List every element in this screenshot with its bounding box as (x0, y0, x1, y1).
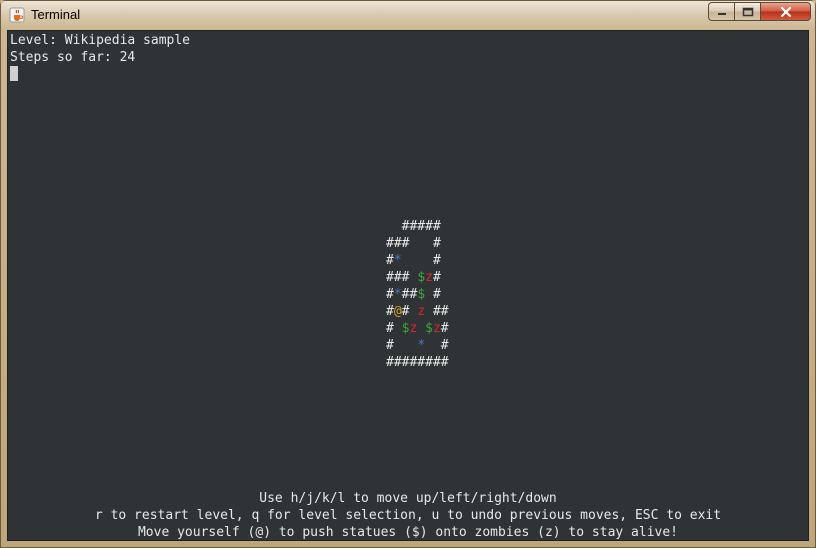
wall-tiles: ### (386, 270, 418, 285)
wall-tiles: # (386, 253, 394, 268)
wall-tiles: # (432, 270, 441, 285)
close-button[interactable] (760, 2, 811, 21)
board-row: ##### (386, 218, 449, 235)
maximize-button[interactable] (734, 2, 761, 21)
wall-tiles: # (440, 321, 449, 336)
statue-tile: $ (417, 270, 426, 285)
player-tile: @ (393, 304, 402, 319)
terminal-window: Terminal Level: Wikipedia sample Steps s… (0, 0, 816, 548)
wall-tiles: ## (425, 304, 449, 319)
wall-tiles: # (386, 338, 418, 353)
wall-tiles: ### # (386, 236, 441, 251)
board-row: ### $z# (386, 269, 449, 286)
statue-tile: $ (417, 287, 426, 302)
board-row: #* # (386, 252, 449, 269)
wall-tiles: ##### (386, 219, 441, 234)
level-label: Level: Wikipedia sample (10, 33, 191, 48)
minimize-icon (717, 12, 726, 15)
wall-tiles: # (386, 321, 402, 336)
goal-tile: * (393, 287, 402, 302)
goal-tile: * (393, 253, 402, 268)
board-row: #@# z ## (386, 303, 449, 320)
wall-tiles: # (386, 287, 394, 302)
zombie-tile: z (417, 304, 426, 319)
statue-tile: $ (425, 321, 433, 336)
wall-tiles: ######## (386, 355, 449, 370)
wall-tiles: # (386, 304, 394, 319)
wall-tiles: # (425, 287, 441, 302)
close-icon (780, 6, 791, 17)
minimize-button[interactable] (708, 2, 735, 21)
zombie-tile: z (425, 270, 433, 285)
board-row: ### # (386, 235, 449, 252)
board-row: # $z $z# (386, 320, 449, 337)
help-line-movement: Use h/j/k/l to move up/left/right/down (259, 491, 557, 506)
window-title: Terminal (31, 7, 81, 22)
maximize-icon (742, 7, 753, 16)
goal-tile: * (417, 338, 426, 353)
terminal-area[interactable]: Level: Wikipedia sample Steps so far: 24… (7, 30, 809, 541)
title-bar[interactable]: Terminal (1, 1, 815, 29)
wall-tiles: # (401, 253, 441, 268)
zombie-tile: z (432, 321, 441, 336)
game-board: ##### ### # #* # ### $z# #*##$ # #@# z ## # $z… (386, 218, 449, 371)
steps-counter: Steps so far: 24 (10, 50, 136, 65)
help-line-goal: Move yourself (@) to push statues ($) on… (137, 525, 679, 540)
help-line-commands: r to restart level, q for level selectio… (94, 508, 722, 523)
wall-tiles (417, 321, 425, 336)
java-coffee-icon (9, 7, 25, 23)
wall-tiles: # (425, 338, 449, 353)
wall-tiles: # (401, 304, 418, 319)
wall-tiles: ## (401, 287, 418, 302)
text-cursor (10, 66, 18, 81)
board-row: # * # (386, 337, 449, 354)
board-row: #*##$ # (386, 286, 449, 303)
board-row: ######## (386, 354, 449, 371)
